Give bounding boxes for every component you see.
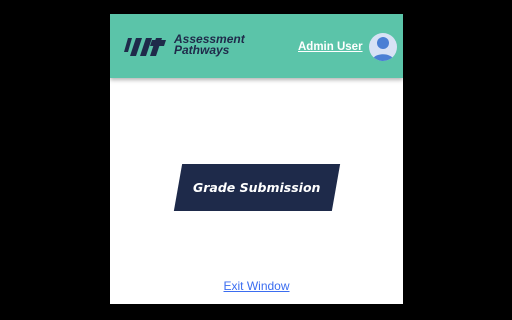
app-panel: Assessment Pathways Admin User Grade Sub… — [110, 14, 403, 304]
grade-submission-button[interactable]: Grade Submission — [173, 164, 341, 211]
admin-user-link[interactable]: Admin User — [298, 41, 363, 53]
header-bar: Assessment Pathways Admin User — [110, 14, 403, 78]
brand-name: Assessment Pathways — [174, 33, 245, 57]
brand-line-2: Pathways — [174, 43, 230, 57]
grade-submission-label: Grade Submission — [193, 180, 321, 195]
user-avatar-icon[interactable] — [369, 33, 397, 61]
ap-logo-icon — [124, 38, 166, 56]
exit-window-link[interactable]: Exit Window — [110, 279, 403, 293]
